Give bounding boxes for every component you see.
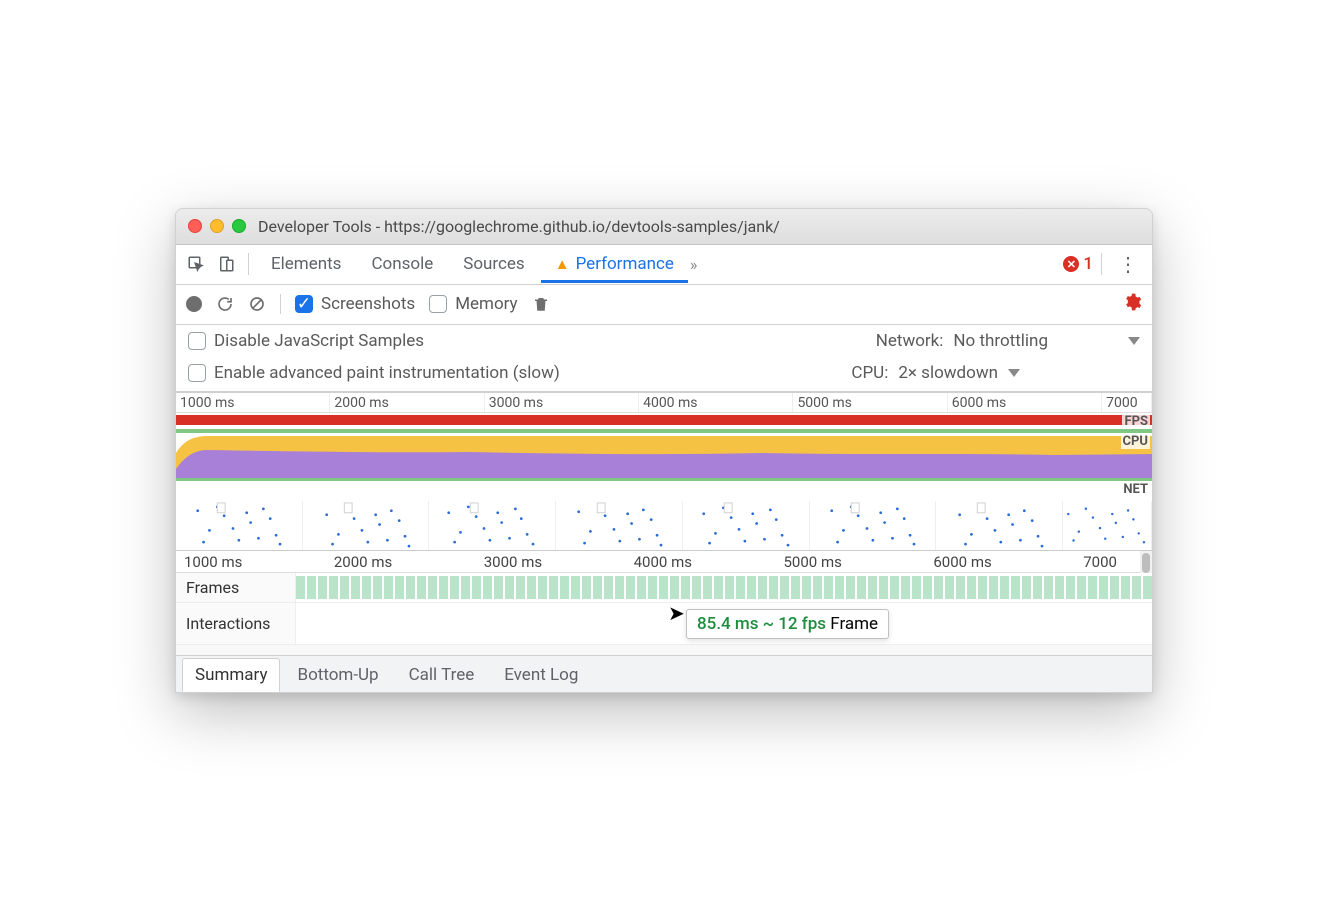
tab-elements[interactable]: Elements bbox=[257, 246, 355, 282]
checkbox-unchecked-icon bbox=[188, 332, 206, 350]
checkbox-unchecked-icon bbox=[429, 295, 447, 313]
vertical-scrollbar[interactable] bbox=[1140, 551, 1152, 573]
warning-icon: ▲ bbox=[555, 255, 570, 273]
reload-icon[interactable] bbox=[216, 295, 234, 313]
screenshot-thumb bbox=[1063, 501, 1152, 550]
disable-js-checkbox[interactable]: Disable JavaScript Samples bbox=[188, 331, 424, 351]
separator bbox=[248, 253, 249, 275]
fps-lane-label: FPS bbox=[1122, 414, 1150, 429]
cpu-label: CPU: bbox=[851, 363, 888, 383]
cpu-chart bbox=[176, 433, 1152, 481]
details-tabbar: Summary Bottom-Up Call Tree Event Log bbox=[176, 656, 1152, 692]
settings-row-1: Disable JavaScript Samples Network: No t… bbox=[176, 325, 1152, 357]
overview-ruler[interactable]: 1000 ms 2000 ms 3000 ms 4000 ms 5000 ms … bbox=[176, 393, 1152, 413]
inspect-icon[interactable] bbox=[182, 250, 210, 278]
tooltip-suffix: Frame bbox=[830, 614, 878, 634]
device-toggle-icon[interactable] bbox=[212, 250, 240, 278]
dropdown-icon[interactable] bbox=[1128, 337, 1140, 345]
tab-sources[interactable]: Sources bbox=[449, 246, 538, 282]
enable-paint-checkbox[interactable]: Enable advanced paint instrumentation (s… bbox=[188, 363, 560, 383]
screenshot-thumb bbox=[936, 501, 1063, 550]
cpu-lane[interactable]: CPU bbox=[176, 433, 1152, 481]
frame-tooltip: 85.4 ms ~ 12 fps Frame bbox=[686, 609, 889, 639]
frames-track[interactable]: Frames bbox=[176, 573, 1152, 603]
screenshot-thumb bbox=[810, 501, 937, 550]
window-controls bbox=[188, 219, 246, 233]
scroll-thumb[interactable] bbox=[1142, 553, 1150, 573]
fps-lane[interactable]: FPS bbox=[176, 413, 1152, 433]
tab-performance[interactable]: ▲Performance bbox=[541, 246, 688, 283]
cursor-icon: ➤ bbox=[668, 601, 685, 625]
frames-track-body[interactable] bbox=[296, 573, 1152, 602]
error-badge[interactable]: ✕ 1 bbox=[1063, 254, 1093, 274]
net-lane-label: NET bbox=[1121, 482, 1150, 497]
network-label: Network: bbox=[876, 331, 944, 351]
frames-track-label: Frames bbox=[176, 573, 296, 602]
tooltip-metric: 85.4 ms ~ 12 fps bbox=[697, 614, 826, 634]
memory-checkbox[interactable]: Memory bbox=[429, 294, 517, 314]
tab-call-tree[interactable]: Call Tree bbox=[396, 658, 488, 692]
trash-icon[interactable] bbox=[532, 294, 550, 314]
settings-gear-icon[interactable] bbox=[1122, 292, 1142, 317]
tab-event-log[interactable]: Event Log bbox=[491, 658, 591, 692]
zoom-button[interactable] bbox=[232, 219, 246, 233]
track-spacer bbox=[176, 645, 1152, 655]
dropdown-icon bbox=[1008, 369, 1020, 377]
overview-panel: 1000 ms 2000 ms 3000 ms 4000 ms 5000 ms … bbox=[176, 392, 1152, 551]
screenshot-thumb bbox=[429, 501, 556, 550]
checkbox-unchecked-icon bbox=[188, 364, 206, 382]
interactions-track[interactable]: Interactions ➤ 85.4 ms ~ 12 fps Frame bbox=[176, 603, 1152, 645]
devtools-window: Developer Tools - https://googlechrome.g… bbox=[175, 208, 1153, 693]
network-throttle-select[interactable]: No throttling bbox=[953, 331, 1048, 351]
tab-console[interactable]: Console bbox=[357, 246, 447, 282]
screenshot-thumb bbox=[556, 501, 683, 550]
net-lane[interactable]: NET bbox=[176, 481, 1152, 501]
frames-bars bbox=[296, 576, 1152, 599]
screenshot-strip[interactable] bbox=[176, 501, 1152, 551]
error-icon: ✕ bbox=[1063, 256, 1079, 272]
track-area: Frames Interactions ➤ 85.4 ms ~ 12 fps F… bbox=[176, 573, 1152, 656]
tab-bottom-up[interactable]: Bottom-Up bbox=[284, 658, 391, 692]
record-button[interactable] bbox=[186, 296, 202, 312]
kebab-menu-icon[interactable]: ⋮ bbox=[1110, 252, 1146, 276]
separator bbox=[280, 294, 281, 314]
screenshots-checkbox[interactable]: ✓ Screenshots bbox=[295, 294, 415, 314]
cpu-lane-label: CPU bbox=[1121, 434, 1150, 449]
clear-icon[interactable] bbox=[248, 295, 266, 313]
flamechart-header: 1000 ms 2000 ms 3000 ms 4000 ms 5000 ms … bbox=[176, 551, 1152, 573]
interactions-track-body[interactable]: ➤ 85.4 ms ~ 12 fps Frame bbox=[296, 603, 1152, 644]
fps-bar bbox=[176, 415, 1152, 425]
cpu-throttle-select[interactable]: 2× slowdown bbox=[898, 363, 1020, 383]
settings-row-2: Enable advanced paint instrumentation (s… bbox=[176, 357, 1152, 392]
performance-toolbar: ✓ Screenshots Memory bbox=[176, 285, 1152, 325]
more-tabs-icon[interactable]: » bbox=[690, 255, 698, 274]
interactions-track-label: Interactions bbox=[176, 603, 296, 644]
checkbox-checked-icon: ✓ bbox=[295, 295, 313, 313]
flamechart-ruler[interactable]: 1000 ms 2000 ms 3000 ms 4000 ms 5000 ms … bbox=[176, 551, 1140, 573]
close-button[interactable] bbox=[188, 219, 202, 233]
screenshot-thumb bbox=[303, 501, 430, 550]
minimize-button[interactable] bbox=[210, 219, 224, 233]
titlebar: Developer Tools - https://googlechrome.g… bbox=[176, 209, 1152, 245]
screenshot-thumb bbox=[176, 501, 303, 550]
main-tabbar: Elements Console Sources ▲Performance » … bbox=[176, 245, 1152, 285]
tab-summary[interactable]: Summary bbox=[182, 658, 280, 692]
separator bbox=[1101, 253, 1102, 275]
screenshot-thumb bbox=[683, 501, 810, 550]
window-title: Developer Tools - https://googlechrome.g… bbox=[258, 217, 780, 236]
